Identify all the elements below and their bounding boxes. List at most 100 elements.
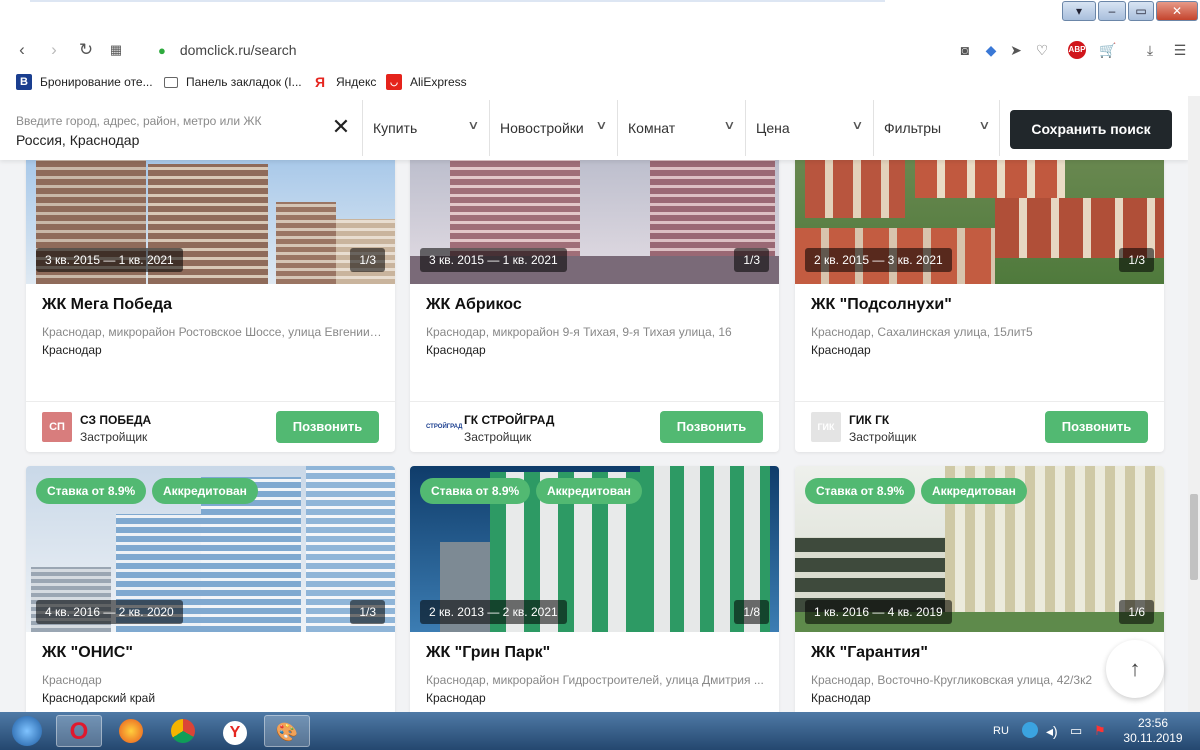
start-button[interactable]: [4, 715, 50, 747]
abp-icon[interactable]: ABP: [1068, 41, 1086, 59]
rate-badge: Ставка от 8.9%: [36, 478, 147, 504]
paint-icon[interactable]: 🎨: [264, 715, 310, 747]
listing-card[interactable]: 3 кв. 2015 — 1 кв. 2021 1/3 ЖК Абрикос К…: [410, 138, 779, 452]
language-indicator[interactable]: RU: [993, 712, 1009, 750]
listing-card[interactable]: 2 кв. 2015 — 3 кв. 2021 1/3 ЖК "Подсолну…: [795, 138, 1164, 452]
developer-logo: СТРОЙГРАД: [426, 412, 462, 442]
url-text: domclick.ru/search: [179, 42, 297, 58]
card-divider: [795, 401, 1164, 402]
call-button[interactable]: Позвонить: [276, 411, 379, 443]
close-icon[interactable]: ✕: [330, 116, 352, 138]
construction-period: 3 кв. 2015 — 1 кв. 2021: [36, 248, 183, 272]
listing-address: Краснодар: [42, 673, 102, 687]
construction-period: 3 кв. 2015 — 1 кв. 2021: [420, 248, 567, 272]
chevron-down-icon: ∨: [978, 118, 991, 132]
save-search-button[interactable]: Сохранить поиск: [1010, 110, 1172, 149]
construction-period: 2 кв. 2013 — 2 кв. 2021: [420, 600, 567, 624]
scrollbar-thumb[interactable]: [1190, 494, 1198, 580]
developer-name[interactable]: ГИК ГК: [849, 413, 889, 427]
filter-label: Новостройки: [500, 120, 584, 136]
chevron-down-icon: ∨: [467, 118, 480, 132]
listing-photo[interactable]: Ставка от 8.9% Аккредитован 2 кв. 2013 —…: [410, 466, 779, 632]
developer-name[interactable]: СЗ ПОБЕДА: [80, 413, 151, 427]
yandex-icon: Я: [314, 74, 326, 90]
chevron-down-icon: ∨: [723, 118, 736, 132]
menu-icon[interactable]: ☰: [1170, 40, 1190, 60]
clock-date: 30.11.2019: [1123, 731, 1183, 745]
bookmark-aliexpress[interactable]: ◡ AliExpress: [386, 73, 467, 91]
developer-logo: СП: [42, 412, 72, 442]
rate-badge: Ставка от 8.9%: [420, 478, 531, 504]
listing-photo[interactable]: Ставка от 8.9% Аккредитован 1 кв. 2016 —…: [795, 466, 1164, 632]
listing-photo[interactable]: Ставка от 8.9% Аккредитован 4 кв. 2016 —…: [26, 466, 395, 632]
scroll-up-icon[interactable]: ↑: [1106, 640, 1164, 698]
listing-city: Краснодар: [811, 691, 871, 705]
maximize-button[interactable]: ▭: [1128, 1, 1154, 21]
listing-title[interactable]: ЖК "ОНИС": [42, 644, 133, 662]
firefox-icon[interactable]: [108, 715, 154, 747]
search-input[interactable]: Россия, Краснодар: [16, 132, 139, 148]
camera-icon[interactable]: ◙: [955, 40, 975, 60]
yandex-browser-icon[interactable]: Y: [212, 715, 258, 747]
filter-deal-type[interactable]: Купить ∨: [362, 100, 488, 156]
heart-icon[interactable]: ♡: [1032, 40, 1052, 60]
location-search-field[interactable]: Введите город, адрес, район, метро или Ж…: [6, 100, 360, 156]
photo-counter: 1/3: [1119, 248, 1154, 272]
listing-card[interactable]: 3 кв. 2015 — 1 кв. 2021 1/3 ЖК Мега Побе…: [26, 138, 395, 452]
filter-label: Комнат: [628, 120, 676, 136]
bookmark-label: AliExpress: [410, 75, 467, 89]
chrome-icon[interactable]: [160, 715, 206, 747]
filter-rooms[interactable]: Комнат ∨: [617, 100, 744, 156]
reload-icon[interactable]: ↻: [76, 40, 96, 60]
forward-icon[interactable]: ›: [44, 40, 64, 60]
listing-title[interactable]: ЖК "Гарантия": [811, 644, 928, 662]
cart-icon[interactable]: 🛒: [1098, 40, 1118, 60]
opera-icon[interactable]: O: [56, 715, 102, 747]
window-titlebar: ▾ – ▭ ✕: [0, 0, 1200, 32]
volume-icon[interactable]: ◂): [1046, 712, 1058, 750]
listing-card[interactable]: Ставка от 8.9% Аккредитован 4 кв. 2016 —…: [26, 466, 395, 712]
page-content: 3 кв. 2015 — 1 кв. 2021 1/3 ЖК Мега Побе…: [0, 96, 1188, 712]
listing-address: Краснодар, микрорайон 9-я Тихая, 9-я Тих…: [426, 325, 732, 339]
listing-title[interactable]: ЖК "Грин Парк": [426, 644, 550, 662]
browser-navbar: ‹ › ↻ ▦ ● domclick.ru/search ◙ ◆ ➤ ♡ ABP …: [0, 32, 1200, 68]
developer-name[interactable]: ГК СТРОЙГРАД: [464, 413, 554, 427]
page-scrollbar[interactable]: [1188, 96, 1200, 712]
system-clock[interactable]: 23:56 30.11.2019: [1118, 716, 1188, 746]
photo-counter: 1/8: [734, 600, 769, 624]
tabs-dropdown-button[interactable]: ▾: [1062, 1, 1096, 21]
send-icon[interactable]: ➤: [1006, 40, 1026, 60]
grid-icon[interactable]: ▦: [106, 40, 126, 60]
call-button[interactable]: Позвонить: [1045, 411, 1148, 443]
minimize-button[interactable]: –: [1098, 1, 1126, 21]
listing-title[interactable]: ЖК Абрикос: [426, 296, 522, 314]
skype-icon[interactable]: [1022, 722, 1038, 738]
listing-address: Краснодар, микрорайон Ростовское Шоссе, …: [42, 325, 382, 339]
network-icon[interactable]: ▭: [1070, 712, 1082, 750]
bookmark-folder[interactable]: Панель закладок (I...: [164, 73, 302, 91]
listing-title[interactable]: ЖК "Подсолнухи": [811, 296, 952, 314]
windows-taskbar: O Y 🎨 RU ◂) ▭ ⚑ 23:56 30.11.2019: [0, 712, 1200, 750]
listing-card[interactable]: Ставка от 8.9% Аккредитован 2 кв. 2013 —…: [410, 466, 779, 712]
lock-icon: ●: [158, 43, 166, 58]
photo-counter: 1/3: [350, 248, 385, 272]
download-icon[interactable]: ⤓: [1140, 40, 1160, 60]
bookmark-booking[interactable]: B Бронирование оте...: [16, 73, 153, 91]
title-strip: [30, 0, 885, 2]
listing-title[interactable]: ЖК Мега Победа: [42, 296, 172, 314]
construction-period: 4 кв. 2016 — 2 кв. 2020: [36, 600, 183, 624]
back-icon[interactable]: ‹: [12, 40, 32, 60]
address-bar[interactable]: ● domclick.ru/search: [158, 40, 297, 60]
bookmarks-bar: B Бронирование оте... Панель закладок (I…: [0, 68, 1200, 96]
bookmark-yandex[interactable]: Я Яндекс: [312, 73, 376, 91]
close-button[interactable]: ✕: [1156, 1, 1198, 21]
filter-price[interactable]: Цена ∨: [745, 100, 872, 156]
search-bar: Введите город, адрес, район, метро или Ж…: [0, 96, 1188, 160]
shield-icon[interactable]: ◆: [981, 40, 1001, 60]
filter-more[interactable]: Фильтры ∨: [873, 100, 1000, 156]
filter-property-type[interactable]: Новостройки ∨: [489, 100, 616, 156]
call-button[interactable]: Позвонить: [660, 411, 763, 443]
filter-label: Цена: [756, 120, 790, 136]
accredited-badge: Аккредитован: [921, 478, 1027, 504]
flag-icon[interactable]: ⚑: [1094, 712, 1106, 750]
